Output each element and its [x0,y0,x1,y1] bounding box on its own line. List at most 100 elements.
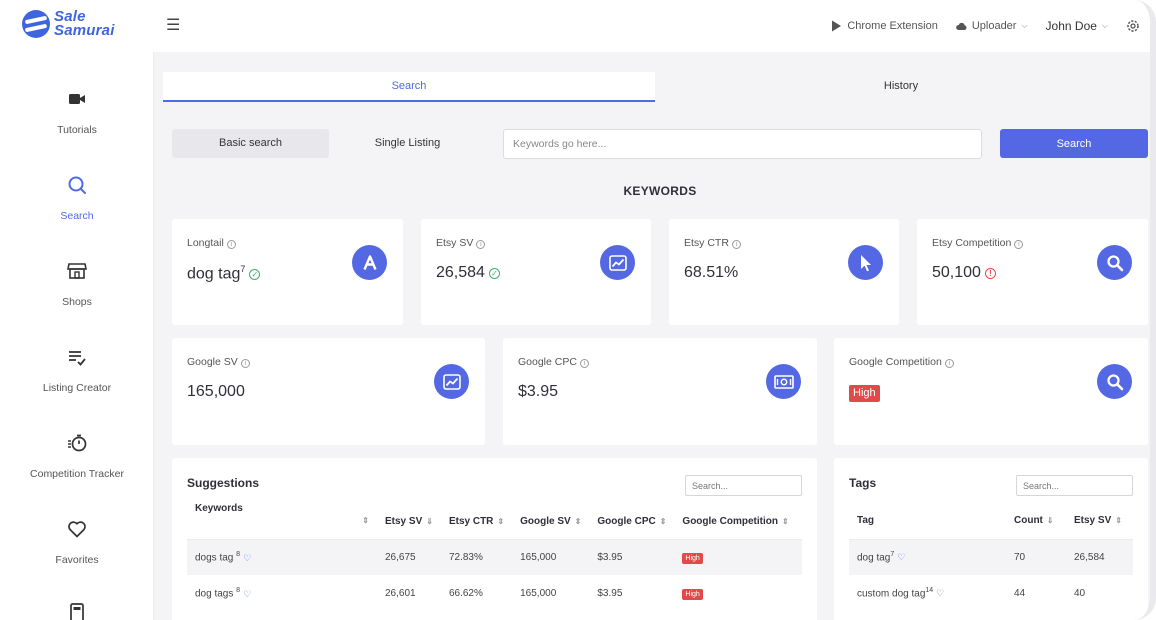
col-google-competition[interactable]: Google Competition ⇕ [674,503,802,540]
info-icon[interactable]: i [944,359,954,368]
etsy-ctr-card: Etsy CTR i 68.51% [669,219,899,325]
sidebar-item-favorites[interactable]: Favorites [0,518,154,598]
table-row[interactable]: custom dog tag14 ♡ 44 40 [849,575,1133,612]
sidebar-item-label: Shops [62,296,92,308]
logo-line-2: Samurai [54,22,115,39]
cell-keyword: dog tags 8 ♡ [187,575,377,612]
etsy-sv-value: 26,584 ✓ [436,264,500,282]
tab-search[interactable]: Search [163,72,655,102]
logo[interactable]: Sale Samurai [22,9,115,39]
cell-etsy-sv: 40 [1066,575,1133,612]
card-label: Google Competition i [849,356,954,368]
table-header-row: Tag Count ⇓ Etsy SV ⇕ [849,503,1133,540]
suggestions-title: Suggestions [187,476,260,490]
card-label: Longtail i [187,237,236,249]
col-etsy-sv[interactable]: Etsy SV ⇓ [377,503,441,540]
card-label: Google SV i [187,356,250,368]
logo-text: Sale Samurai [54,9,115,39]
longtail-sup: 7 [240,264,246,274]
table-row[interactable]: dog tag7 ♡ 70 26,584 [849,539,1133,576]
etsy-ctr-value: 68.51% [684,264,739,281]
top-header: Sale Samurai ☰ Chrome Extension Uploader… [0,0,1150,52]
search-row: Basic search Single Listing Search [172,129,1148,159]
col-label: Tag [857,515,875,527]
sidebar-item-search[interactable]: Search [0,174,154,254]
col-count[interactable]: Count ⇓ [1006,503,1066,540]
info-icon[interactable]: i [731,240,741,249]
cell-google-cpc: $3.95 [589,539,675,576]
cell-google-competition: High [674,539,802,576]
tags-search-input[interactable] [1016,475,1133,496]
google-competition-label: Google Competition [849,356,942,368]
search-icon [68,176,86,194]
info-icon[interactable]: i [226,240,236,249]
sort-icon: ⇕ [1115,516,1122,526]
suggestions-search-input[interactable] [685,475,802,496]
cell-google-sv: 165,000 [512,575,590,612]
letter-a-icon [352,245,387,280]
alert-circle-icon: ! [984,268,996,279]
cell-google-competition: High [674,575,802,612]
heart-outline-icon[interactable]: ♡ [897,552,905,562]
heart-outline-icon[interactable]: ♡ [243,553,251,563]
sidebar-item-tutorials[interactable]: Tutorials [0,88,154,168]
competition-high-badge: High [849,385,880,402]
competition-high-badge: High [682,552,703,564]
col-keywords[interactable]: Keywords ⇕ [187,503,377,540]
heart-outline-icon[interactable]: ♡ [243,589,251,599]
heart-outline-icon[interactable]: ♡ [936,588,944,598]
col-etsy-ctr[interactable]: Etsy CTR ⇕ [440,503,513,540]
sidebar-item-shops[interactable]: Shops [0,260,154,340]
hamburger-menu-icon[interactable]: ☰ [166,15,180,35]
col-label: Google CPC [597,515,656,527]
shop-icon [67,263,87,279]
tab-history[interactable]: History [655,72,1147,102]
sort-icon: ⇕ [659,516,667,526]
user-name: John Doe [1045,19,1097,33]
google-cpc-card: Google CPC i $3.95 [503,338,817,445]
money-bill-icon [766,364,801,399]
cell-keyword: dogs tag 8 ♡ [187,539,377,576]
search-button[interactable]: Search [1000,129,1148,158]
col-etsy-sv[interactable]: Etsy SV ⇕ [1066,503,1133,540]
sidebar-item-label: Search [60,210,94,222]
cell-tag: dog tag7 ♡ [849,539,1006,576]
table-row[interactable]: dogs tag 8 ♡ 26,675 72.83% 165,000 $3.95 … [187,539,802,576]
info-icon[interactable]: i [579,359,589,368]
tag-sup: 7 [890,550,895,558]
sidebar-item-listing-creator[interactable]: Listing Creator [0,346,154,426]
col-label: Count [1014,515,1043,527]
info-icon[interactable]: i [240,359,250,368]
longtail-label: Longtail [187,237,224,249]
play-store-icon [832,20,842,32]
col-google-cpc[interactable]: Google CPC ⇕ [589,503,675,540]
google-competition-card: Google Competition i High [834,338,1148,445]
col-label: Google SV [520,515,571,527]
google-cpc-label: Google CPC [518,356,577,368]
chrome-extension-link[interactable]: Chrome Extension [831,20,938,32]
basic-search-toggle[interactable]: Basic search [172,129,329,158]
col-google-sv[interactable]: Google SV ⇕ [512,503,590,540]
cell-etsy-sv: 26,601 [377,575,441,612]
tags-panel: Tags Tag Count⇓ Etsy SV⇕ dog tag7♡ 70 26… [834,458,1148,620]
google-cpc-value: $3.95 [518,383,559,400]
table-row[interactable]: dog tags 8 ♡ 26,601 66.62% 165,000 $3.95 … [187,575,802,612]
info-icon[interactable]: i [476,240,486,249]
info-icon[interactable]: i [1014,240,1024,249]
uploader-dropdown[interactable]: Uploader ⌵ [955,20,1028,32]
magnifier-icon [1097,245,1132,280]
col-tag[interactable]: Tag [849,503,1006,540]
uploader-label: Uploader [971,20,1017,32]
col-label: Etsy SV [385,515,423,527]
user-menu[interactable]: John Doe ⌵ [1046,19,1108,33]
sidebar-item-calculator[interactable] [0,602,154,620]
sidebar-item-competition-tracker[interactable]: Competition Tracker [0,432,154,512]
keyword-sup: 8 [236,587,241,595]
tag-text: dog tag [857,552,891,564]
cell-count: 44 [1006,575,1066,612]
keyword-search-input[interactable] [503,129,982,159]
check-circle-icon: ✓ [488,268,500,279]
single-listing-toggle[interactable]: Single Listing [329,129,486,158]
magnifier-icon [1097,364,1132,399]
settings-gear-icon[interactable] [1126,19,1140,33]
